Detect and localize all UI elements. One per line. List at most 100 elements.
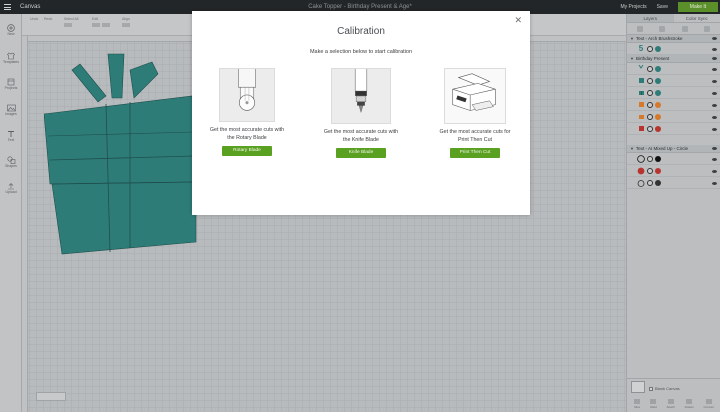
sidebar-item-shapes[interactable]: Shapes bbox=[0, 156, 22, 168]
redo-button[interactable]: Redo bbox=[44, 17, 52, 21]
operation-icon[interactable] bbox=[647, 101, 653, 108]
layer-row[interactable] bbox=[627, 99, 720, 111]
color-swatch[interactable] bbox=[655, 77, 661, 84]
knife-blade-icon bbox=[354, 69, 368, 114]
color-swatch[interactable] bbox=[655, 89, 661, 96]
slice-icon bbox=[634, 399, 641, 404]
layer-thumbnail bbox=[637, 65, 645, 73]
eye-icon[interactable] bbox=[712, 104, 717, 107]
eye-icon[interactable] bbox=[712, 80, 717, 83]
weld-button[interactable]: Weld bbox=[650, 399, 657, 409]
contour-button[interactable]: Contour bbox=[703, 399, 714, 409]
blank-canvas-swatch[interactable] bbox=[631, 381, 645, 393]
align-dropdown[interactable]: Align bbox=[122, 17, 130, 27]
eye-icon[interactable] bbox=[712, 57, 717, 60]
layer-thumbnail bbox=[637, 125, 645, 133]
knife-blade-image bbox=[331, 68, 391, 124]
save-button[interactable]: Save bbox=[657, 4, 668, 10]
chevron-down-icon[interactable]: ▼ bbox=[630, 146, 634, 151]
layer-row[interactable] bbox=[627, 165, 720, 177]
eye-icon[interactable] bbox=[712, 48, 717, 51]
layer-row[interactable] bbox=[627, 177, 720, 189]
slice-button[interactable]: Slice bbox=[634, 399, 641, 409]
color-swatch[interactable] bbox=[655, 101, 661, 108]
eye-icon[interactable] bbox=[712, 128, 717, 131]
sidebar-item-text[interactable]: Text bbox=[0, 130, 22, 142]
ungroup-icon[interactable] bbox=[659, 25, 666, 32]
layer-row[interactable]: 5 bbox=[627, 43, 720, 55]
rotary-blade-button[interactable]: Rotary Blade bbox=[222, 146, 272, 156]
layer-row[interactable] bbox=[627, 123, 720, 135]
operation-icon[interactable] bbox=[647, 113, 653, 120]
color-swatch[interactable] bbox=[655, 155, 661, 162]
color-swatch[interactable] bbox=[655, 125, 661, 132]
color-swatch[interactable] bbox=[655, 167, 661, 174]
sidebar-item-upload[interactable]: Upload bbox=[0, 182, 22, 194]
color-swatch[interactable] bbox=[655, 45, 661, 52]
layer-group-birthday-present[interactable]: ▼ Birthday Present bbox=[627, 55, 720, 63]
vertical-ruler bbox=[22, 36, 28, 412]
make-it-button[interactable]: Make It bbox=[678, 2, 718, 12]
layer-thumbnail bbox=[637, 101, 645, 109]
attach-button[interactable]: Attach bbox=[666, 399, 675, 409]
operation-icon[interactable] bbox=[647, 179, 653, 186]
checkbox[interactable] bbox=[649, 386, 653, 391]
layer-row[interactable] bbox=[627, 111, 720, 123]
tab-layers[interactable]: Layers bbox=[627, 14, 674, 22]
eye-icon[interactable] bbox=[712, 68, 717, 71]
print-then-cut-description: Get the most accurate cuts for Print The… bbox=[439, 129, 511, 143]
knife-blade-option: Get the most accurate cuts with the Knif… bbox=[306, 68, 416, 158]
birthday-present-shape[interactable] bbox=[44, 52, 204, 257]
duplicate-icon[interactable] bbox=[681, 25, 688, 32]
color-swatch[interactable] bbox=[655, 179, 661, 186]
chevron-down-icon[interactable]: ▼ bbox=[630, 56, 634, 61]
operation-icon[interactable] bbox=[647, 155, 653, 162]
eye-icon[interactable] bbox=[712, 37, 717, 40]
layer-group-text-circle[interactable]: ▼ Text - AI Mixed Up - Circle bbox=[627, 145, 720, 153]
color-swatch[interactable] bbox=[655, 65, 661, 72]
edit-dropdown[interactable]: Edit bbox=[92, 17, 110, 27]
sidebar-item-images[interactable]: Images bbox=[0, 104, 22, 116]
tab-color-sync[interactable]: Color Sync bbox=[674, 14, 720, 22]
layer-row[interactable] bbox=[627, 153, 720, 165]
attach-icon bbox=[667, 399, 674, 404]
printer-image bbox=[444, 68, 506, 124]
layer-row[interactable] bbox=[627, 87, 720, 99]
operation-icon[interactable] bbox=[647, 45, 653, 52]
layer-thumbnail bbox=[637, 113, 645, 121]
close-icon[interactable]: ✕ bbox=[514, 16, 522, 25]
print-then-cut-button[interactable]: Print Then Cut bbox=[450, 148, 500, 158]
operation-icon[interactable] bbox=[647, 65, 653, 72]
my-projects-link[interactable]: My Projects bbox=[620, 4, 646, 10]
eye-icon[interactable] bbox=[712, 170, 717, 173]
undo-button[interactable]: Undo bbox=[30, 17, 38, 21]
blank-canvas-toggle[interactable]: Blank Canvas bbox=[649, 386, 680, 391]
layer-row[interactable] bbox=[627, 75, 720, 87]
eye-icon[interactable] bbox=[712, 158, 717, 161]
eye-icon[interactable] bbox=[712, 116, 717, 119]
group-icon[interactable] bbox=[637, 25, 644, 32]
sidebar-item-projects[interactable]: Projects bbox=[0, 78, 22, 90]
layer-group-text-arch[interactable]: ▼ Text - Arch Brushstroke bbox=[627, 35, 720, 43]
operation-icon[interactable] bbox=[647, 89, 653, 96]
operation-icon[interactable] bbox=[647, 77, 653, 84]
select-all-button[interactable]: Select All bbox=[64, 17, 78, 27]
chevron-down-icon[interactable]: ▼ bbox=[630, 36, 634, 41]
operation-icon[interactable] bbox=[647, 167, 653, 174]
layers-panel: Layers Color Sync ▼ Text - Arch Brushstr… bbox=[626, 14, 720, 412]
operation-icon[interactable] bbox=[647, 125, 653, 132]
image-icon bbox=[6, 104, 16, 112]
knife-blade-button[interactable]: Knife Blade bbox=[336, 148, 386, 158]
layers-panel-footer: Blank Canvas Slice Weld Attach Flatten C… bbox=[627, 378, 720, 412]
layer-thumbnail bbox=[637, 167, 645, 175]
eye-icon[interactable] bbox=[712, 92, 717, 95]
delete-icon[interactable] bbox=[703, 25, 710, 32]
layer-row[interactable] bbox=[627, 63, 720, 75]
zoom-control[interactable] bbox=[36, 392, 66, 401]
sidebar-item-new[interactable]: New bbox=[0, 24, 22, 36]
eye-icon[interactable] bbox=[712, 182, 717, 185]
sidebar-item-templates[interactable]: Templates bbox=[0, 52, 22, 64]
flatten-button[interactable]: Flatten bbox=[685, 399, 694, 409]
color-swatch[interactable] bbox=[655, 113, 661, 120]
eye-icon[interactable] bbox=[712, 147, 717, 150]
